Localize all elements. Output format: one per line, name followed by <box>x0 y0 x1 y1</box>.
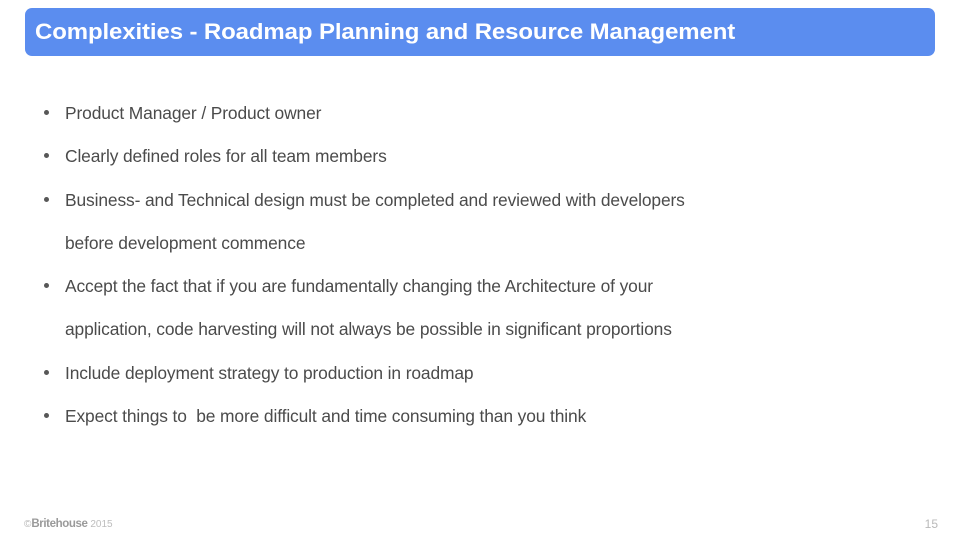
bullet-text: Business- and Technical design must be c… <box>65 189 685 210</box>
bullet-dot-icon <box>44 196 49 202</box>
bullet-list: Product Manager / Product owner Clearly … <box>34 92 924 438</box>
slide-title-bar: Complexities - Roadmap Planning and Reso… <box>25 8 935 56</box>
footer-brand: Britehouse <box>31 518 88 530</box>
footer-year: 2015 <box>90 519 113 530</box>
page-number: 15 <box>924 517 938 531</box>
bullet-dot-icon <box>44 153 49 159</box>
bullet-text-continuation: before development commence <box>65 232 306 253</box>
list-item: Clearly defined roles for all team membe… <box>34 135 924 178</box>
bullet-text: Accept the fact that if you are fundamen… <box>65 276 653 297</box>
bullet-dot-icon <box>44 283 49 289</box>
bullet-text: Clearly defined roles for all team membe… <box>65 146 387 167</box>
list-item: Include deployment strategy to productio… <box>34 352 924 395</box>
bullet-dot-icon <box>44 110 49 115</box>
bullet-dot-icon <box>44 413 49 419</box>
footer-copyright: ©Britehouse 2015 <box>24 517 113 532</box>
bullet-text: Include deployment strategy to productio… <box>65 362 474 383</box>
bullet-text: Expect things to be more difficult and t… <box>65 406 587 427</box>
bullet-dot-icon <box>44 369 49 375</box>
list-item: Expect things to be more difficult and t… <box>34 395 924 438</box>
list-item: Business- and Technical design must be c… <box>34 179 924 266</box>
bullet-text: Product Manager / Product owner <box>65 103 322 123</box>
list-item: Product Manager / Product owner <box>34 92 924 135</box>
slide-canvas: Complexities - Roadmap Planning and Reso… <box>0 0 960 540</box>
list-item: Accept the fact that if you are fundamen… <box>34 265 924 352</box>
bullet-text-continuation: application, code harvesting will not al… <box>65 319 672 340</box>
slide-title: Complexities - Roadmap Planning and Reso… <box>35 19 736 44</box>
